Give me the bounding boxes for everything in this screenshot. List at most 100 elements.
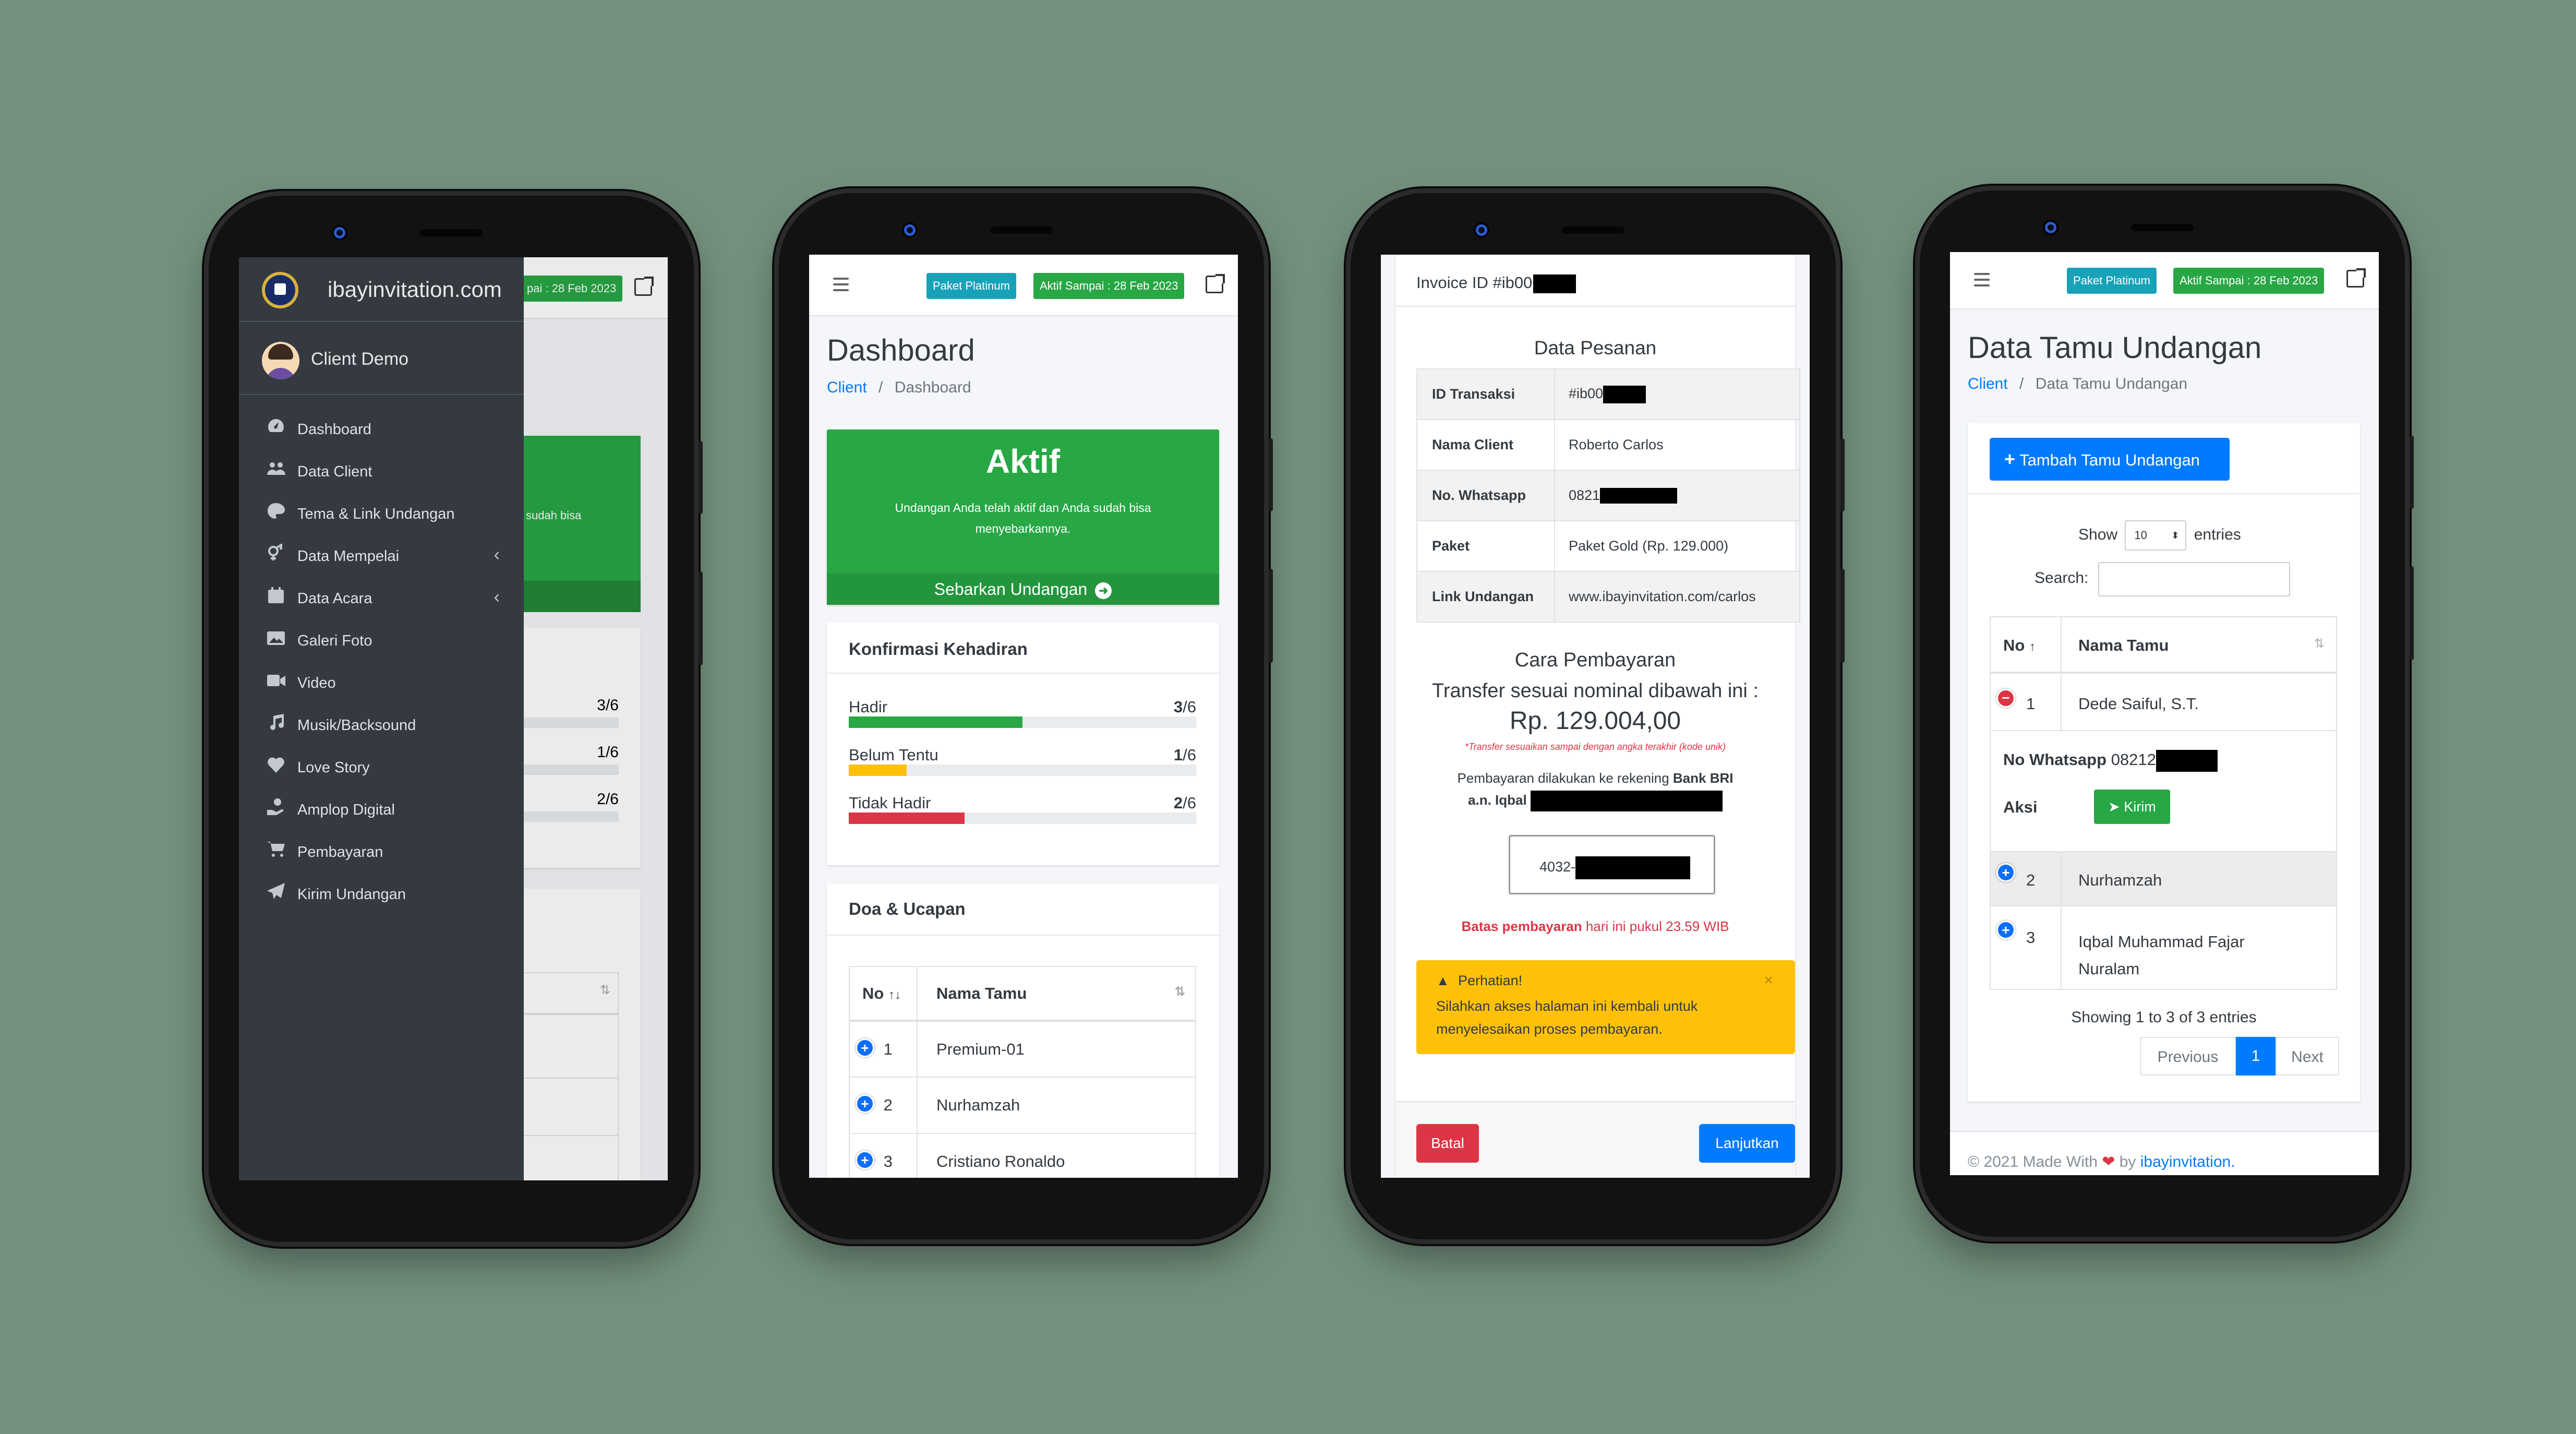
chevron-left-icon[interactable]: ‹ [494,545,500,565]
menu-toggle-icon[interactable] [833,278,849,292]
sidebar-item-label: Love Story [297,759,370,776]
phone-mockup-4: Paket Platinum Aktif Sampai : 28 Feb 202… [1920,190,2414,1237]
status-box: Aktif Undangan Anda telah aktif dan Anda… [827,429,1219,605]
table-row[interactable]: − 1 Dede Saiful, S.T. [1991,674,2336,731]
previous-button[interactable]: Previous [2140,1037,2236,1076]
search-label: Search: [2035,569,2089,587]
chevron-left-icon[interactable]: ‹ [494,587,500,607]
next-button[interactable]: Next [2276,1037,2339,1076]
sidebar-item-tema-link-undangan[interactable]: Tema & Link Undangan [262,493,512,535]
package-badge: Paket Platinum [2067,268,2157,294]
external-link-icon[interactable] [1206,274,1225,293]
sidebar-item-label: Dashboard [297,421,371,438]
music-icon [266,713,286,732]
camera-icon [334,227,345,238]
redacted-box [1575,856,1691,879]
sidebar-item-dashboard[interactable]: Dashboard [262,409,512,450]
row-detail: No Whatsapp 08212 Aksi ➤ Kirim [1991,731,2336,851]
sidebar-item-musik-backsound[interactable]: Musik/Backsound [262,704,512,746]
sidebar-item-amplop-digital[interactable]: Amplop Digital [262,789,512,831]
sort-icon[interactable]: ⇅ [2314,636,2325,651]
share-label: Sebarkan Undangan [934,580,1088,599]
col-name[interactable]: Nama Tamu ⇅ [917,966,1196,1022]
gender-icon [266,543,286,563]
table-row[interactable]: + 3 Cristiano Ronaldo [849,1133,1196,1178]
sidebar-item-love-story[interactable]: Love Story [262,747,512,788]
add-guest-button[interactable]: + Tambah Tamu Undangan [1990,438,2230,481]
expand-icon[interactable]: + [1998,922,2014,938]
sidebar-item-data-mempelai[interactable]: Data Mempelai ‹ [262,535,512,577]
expand-icon[interactable]: + [857,1039,873,1056]
table-row[interactable]: + 2 Nurhamzah [849,1077,1196,1134]
attendance-label: Hadir [849,698,888,716]
entries-select[interactable]: 10 ⬍ [2125,520,2187,551]
cancel-button[interactable]: Batal [1416,1124,1479,1163]
table-row[interactable]: + 3 Iqbal Muhammad Fajar Nuralam [1991,906,2336,990]
table-info: Showing 1 to 3 of 3 entries [2071,1009,2257,1026]
sidebar-user-panel[interactable]: Client Demo [239,322,524,395]
payment-amount: Rp. 129.004,00 [1509,707,1681,735]
table-row[interactable]: + 1 Premium-01 [849,1020,1196,1078]
breadcrumb-current: Dashboard [894,379,971,396]
account-number-box[interactable]: 4032- [1509,835,1715,894]
sidebar-item-data-client[interactable]: Data Client [262,451,512,493]
search-input[interactable] [2098,562,2290,596]
progress-bar [849,812,1196,824]
screen-2: Paket Platinum Aktif Sampai : 28 Feb 202… [809,255,1238,1178]
camera-icon [2045,222,2056,233]
power-button [2410,566,2414,660]
sidebar-item-data-acara[interactable]: Data Acara ‹ [262,578,512,619]
expand-icon[interactable]: + [857,1152,873,1168]
expand-icon[interactable]: + [1998,865,2014,880]
paper-plane-icon: ➤ [2108,799,2120,815]
menu-toggle-icon[interactable] [1974,273,1990,288]
users-icon [266,459,286,478]
col-no[interactable]: No ↑ [2003,636,2036,655]
phone-mockup-1: pai : 28 Feb 2023 sudah bisa 3/6 1/6 2/6… [209,196,703,1242]
power-button [699,571,703,665]
share-invitation-button[interactable]: Sebarkan Undangan ➜ [827,573,1219,605]
external-link-icon[interactable] [2346,268,2366,288]
col-no[interactable]: No ↑↓ [849,966,918,1022]
calendar-icon [266,586,286,605]
top-navbar: Paket Platinum Aktif Sampai : 28 Feb 202… [1950,252,2379,309]
footer-link[interactable]: ibayinvitation. [2140,1153,2235,1170]
volume-button [1840,438,1845,511]
sidebar-item-label: Tema & Link Undangan [297,506,455,522]
progress-bar [849,764,1196,776]
sidebar-item-video[interactable]: Video [262,662,512,704]
page-1-button[interactable]: 1 [2236,1037,2276,1076]
speaker-grille [420,229,483,236]
screen-3: Invoice ID #ib00 Data Pesanan ID Transak… [1381,255,1810,1178]
sidebar-item-pembayaran[interactable]: Pembayaran [262,831,512,873]
alert-close-button[interactable]: × [1764,972,1773,989]
progress-fill [849,764,907,776]
hand-money-icon [266,797,286,816]
collapse-icon[interactable]: − [1998,690,2014,706]
breadcrumb-root[interactable]: Client [1968,375,2008,392]
send-button[interactable]: ➤ Kirim [2094,790,2170,824]
sidebar: ibayinvitation.com Client Demo Dashboard… [239,257,524,1180]
continue-button[interactable]: Lanjutkan [1699,1124,1795,1163]
sort-icon: ⇅ [1174,984,1185,999]
table-row[interactable]: + 2 Nurhamzah [1991,851,2336,907]
table-row: ID Transaksi #ib00 [1416,368,1800,420]
col-name[interactable]: Nama Tamu [2078,636,2169,655]
sidebar-item-label: Data Client [297,463,372,480]
invoice-id: Invoice ID #ib00 [1416,273,1576,293]
sidebar-brand[interactable]: ibayinvitation.com [239,257,524,322]
expand-icon[interactable]: + [857,1096,873,1112]
power-button [1840,569,1845,663]
breadcrumb-root[interactable]: Client [827,379,867,396]
sidebar-item-kirim-undangan[interactable]: Kirim Undangan [262,874,512,915]
images-icon [266,628,286,647]
pagination: Previous 1 Next [2140,1037,2339,1076]
attendance-title: Konfirmasi Kehadiran [827,623,1219,674]
screen-4: Paket Platinum Aktif Sampai : 28 Feb 202… [1950,252,2379,1175]
footer: © 2021 Made With ❤ by ibayinvitation. [1950,1131,2379,1175]
table-header: No ↑ Nama Tamu ⇅ [1991,617,2336,674]
sidebar-item-galeri-foto[interactable]: Galeri Foto [262,620,512,662]
status-title: Aktif [985,443,1061,480]
attendance-row: Belum Tentu 1/6 [849,746,1196,777]
invoice-header: Invoice ID #ib00 [1395,255,1795,307]
